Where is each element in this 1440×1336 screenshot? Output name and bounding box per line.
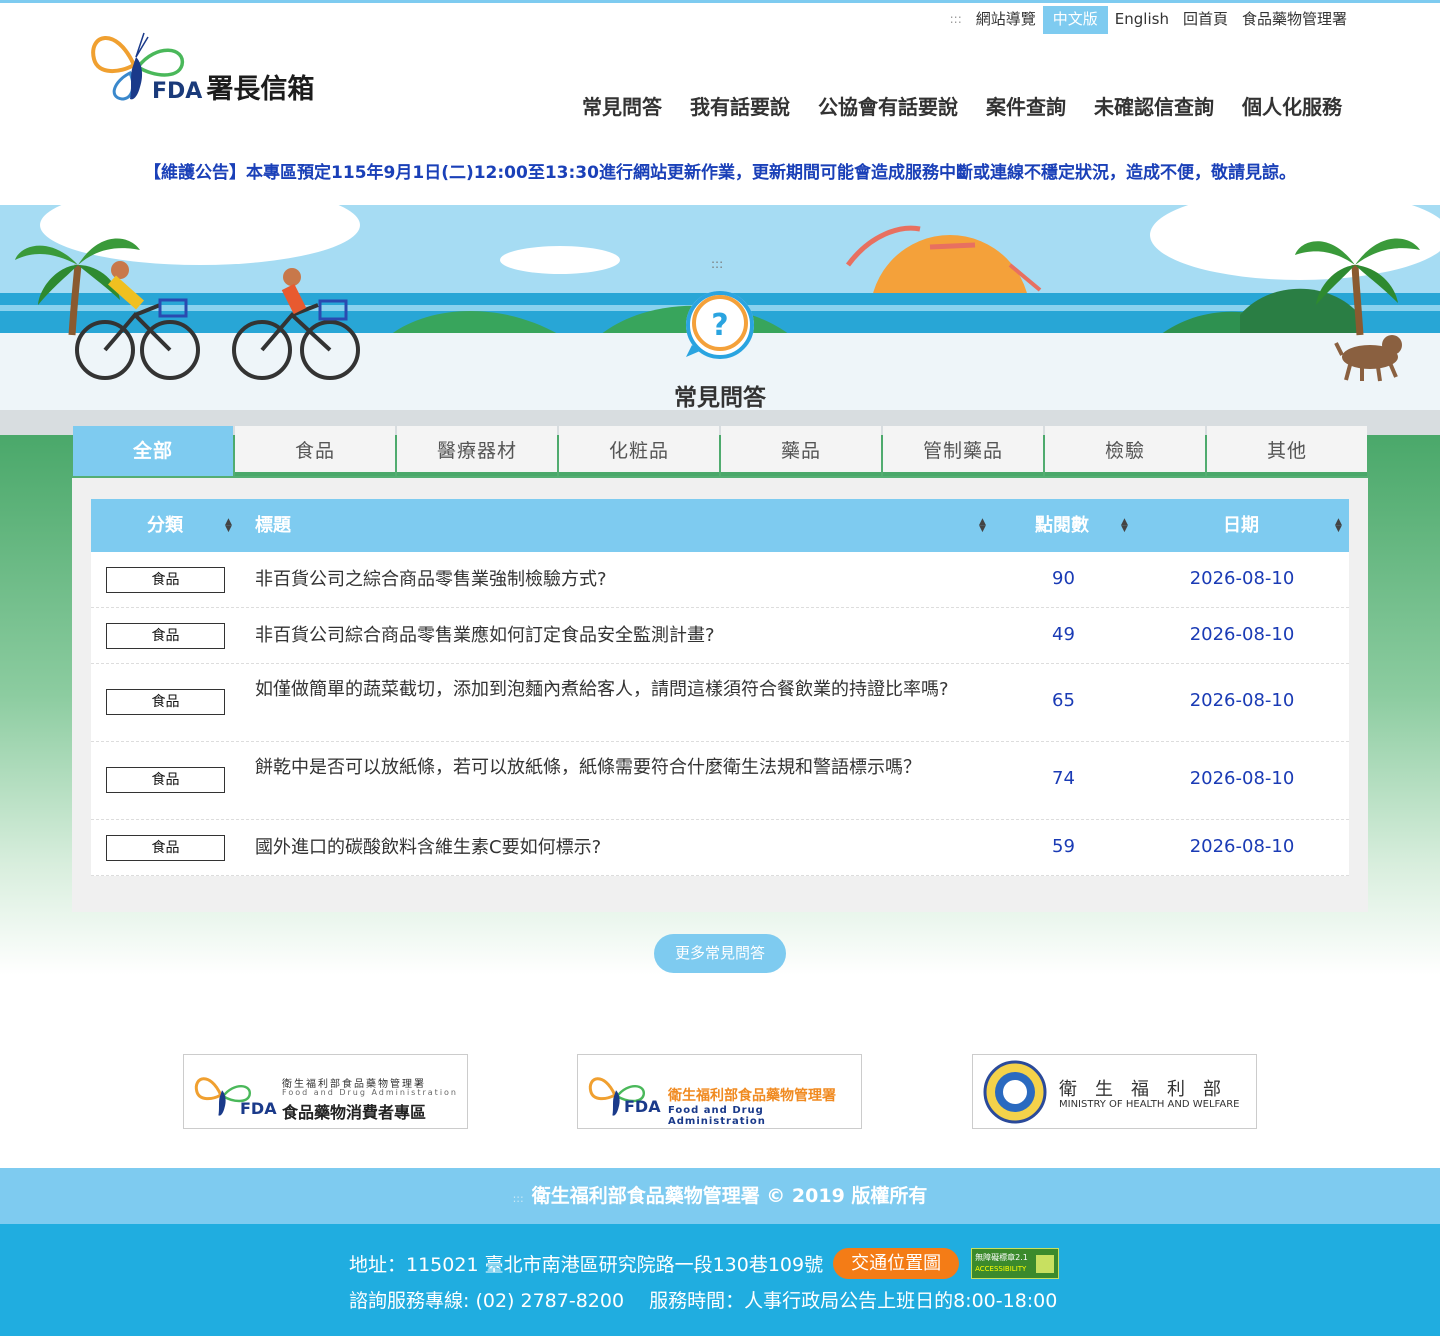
row-views: 65: [1052, 690, 1075, 711]
accessibility-en-text: ACCESSIBILITY: [975, 1265, 1027, 1273]
fda-link[interactable]: 食品藥物管理署: [1235, 6, 1354, 34]
nav-association[interactable]: 公協會有話要說: [818, 91, 958, 120]
consumer-name: 食品藥物消費者專區: [282, 1103, 427, 1122]
page-title: 常見問答: [674, 385, 766, 411]
english-version-link[interactable]: English: [1108, 6, 1176, 34]
tab-controlled-drugs[interactable]: 管制藥品: [883, 426, 1043, 476]
accessibility-badge-text: 無障礙標章2.1: [975, 1253, 1028, 1262]
row-title-link[interactable]: 非百貨公司綜合商品零售業應如何訂定食品安全監測計畫?: [255, 624, 985, 648]
row-views: 74: [1052, 768, 1075, 789]
row-date: 2026-08-10: [1189, 768, 1295, 789]
header-date[interactable]: 日期: [1223, 499, 1259, 552]
tab-inspection[interactable]: 檢驗: [1045, 426, 1205, 476]
category-badge: 食品: [106, 835, 225, 861]
row-title-link[interactable]: 如僅做簡單的蔬菜截切，添加到泡麵內煮給客人，請問這樣須符合餐飲業的持證比率嗎?: [255, 678, 985, 702]
logo-title: 署長信箱: [206, 74, 315, 105]
accesskey-footer[interactable]: :::: [513, 1192, 524, 1205]
fda-en: Food and Drug Administration: [668, 1105, 766, 1127]
row-views: 90: [1052, 568, 1075, 589]
tab-food[interactable]: 食品: [235, 426, 395, 476]
consumer-fda: FDA: [240, 1099, 277, 1118]
more-faq-button[interactable]: 更多常見問答: [654, 934, 786, 973]
faq-panel: 分類 ▲ ▼ 標題 ▲ ▼ 點閱數 ▲ ▼ 日期 ▲ ▼ 食品 非百貨公司之綜合商品零售…: [72, 478, 1368, 912]
chinese-version-link[interactable]: 中文版: [1042, 6, 1108, 34]
accesskey-top[interactable]: :::: [943, 6, 969, 34]
table-row[interactable]: 食品 國外進口的碳酸飲料含維生素C要如何標示? 59 2026-08-10: [91, 820, 1349, 876]
faq-table: 分類 ▲ ▼ 標題 ▲ ▼ 點閱數 ▲ ▼ 日期 ▲ ▼ 食品 非百貨公司之綜合商品零售…: [91, 499, 1349, 876]
question-bubble-icon: ?: [686, 291, 754, 359]
mohw-emblem-icon: [983, 1060, 1047, 1124]
consumer-line2: Food and Drug Administration: [282, 1088, 458, 1097]
consumer-zone-logo[interactable]: 衛生福利部食品藥物管理署 Food and Drug Administratio…: [183, 1054, 468, 1129]
tab-cosmetics[interactable]: 化粧品: [559, 426, 719, 476]
logo-fda-text: FDA: [152, 79, 203, 104]
row-views: 49: [1052, 624, 1075, 645]
fda-abbr: FDA: [624, 1097, 661, 1116]
row-date: 2026-08-10: [1189, 624, 1295, 645]
nav-speak[interactable]: 我有話要說: [690, 91, 790, 120]
nav-personal[interactable]: 個人化服務: [1242, 91, 1342, 120]
tab-other[interactable]: 其他: [1207, 426, 1367, 476]
header-title[interactable]: 標題: [255, 499, 291, 552]
butterfly-icon: [588, 1077, 645, 1116]
header-category[interactable]: 分類: [147, 499, 183, 552]
row-title-link[interactable]: 國外進口的碳酸飲料含維生素C要如何標示?: [255, 836, 985, 860]
row-title-link[interactable]: 非百貨公司之綜合商品零售業強制檢驗方式?: [255, 568, 985, 592]
fda-name: 衛生福利部食品藥物管理署: [668, 1088, 836, 1104]
table-row[interactable]: 食品 餅乾中是否可以放紙條，若可以放紙條，紙條需要符合什麼衛生法規和警語標示嗎？…: [91, 742, 1349, 820]
site-header: ::: 網站導覽 中文版 English 回首頁 食品藥物管理署 FDA 署長信箱…: [0, 3, 1440, 203]
address: 地址：115021 臺北市南港區研究院路一段130巷109號: [349, 1254, 824, 1276]
svg-text:?: ?: [711, 308, 728, 343]
accessibility-badge[interactable]: 無障礙標章2.1 ACCESSIBILITY: [971, 1248, 1060, 1279]
maintenance-notice: 【維護公告】本專區預定115年9月1日(二)12:00至13:30進行網站更新作…: [144, 163, 1296, 183]
footer-info: 地址：115021 臺北市南港區研究院路一段130巷109號 交通位置圖 無障礙…: [0, 1224, 1440, 1336]
category-badge: 食品: [106, 567, 225, 593]
faq-banner: ? ::: 常見問答: [0, 205, 1440, 435]
tab-medical-devices[interactable]: 醫療器材: [397, 426, 557, 476]
category-tabs: 全部 食品 醫療器材 化粧品 藥品 管制藥品 檢驗 其他: [73, 426, 1367, 476]
tab-all[interactable]: 全部: [73, 426, 233, 476]
contact-info: 諮詢服務專線: (02) 2787-8200 服務時間：人事行政局公告上班日的8…: [349, 1290, 1058, 1312]
mohw-logo[interactable]: 衛 生 福 利 部 MINISTRY OF HEALTH AND WELFARE: [972, 1054, 1257, 1129]
header-views[interactable]: 點閱數: [1035, 499, 1089, 552]
nav-faq[interactable]: 常見問答: [582, 91, 662, 120]
sort-date-icon[interactable]: ▲ ▼: [1335, 518, 1342, 534]
fda-logo[interactable]: FDA 衛生福利部食品藥物管理署 Food and Drug Administr…: [577, 1054, 862, 1129]
nav-unconfirmed[interactable]: 未確認信查詢: [1094, 91, 1214, 120]
traffic-map-button[interactable]: 交通位置圖: [833, 1248, 960, 1279]
main-nav: 常見問答 我有話要說 公協會有話要說 案件查詢 未確認信查詢 個人化服務: [582, 91, 1342, 120]
table-row[interactable]: 食品 如僅做簡單的蔬菜截切，添加到泡麵內煮給客人，請問這樣須符合餐飲業的持證比率…: [91, 664, 1349, 742]
accessibility-qr-icon: [1036, 1255, 1055, 1273]
footer-copyright-bar: ::: 衛生福利部食品藥物管理署 © 2019 版權所有: [0, 1168, 1440, 1224]
copyright: 衛生福利部食品藥物管理署 © 2019 版權所有: [531, 1185, 928, 1207]
table-row[interactable]: 食品 非百貨公司之綜合商品零售業強制檢驗方式? 90 2026-08-10: [91, 552, 1349, 608]
sitemap-link[interactable]: 網站導覽: [969, 6, 1043, 34]
tab-drugs[interactable]: 藥品: [721, 426, 881, 476]
sort-category-icon[interactable]: ▲ ▼: [225, 518, 232, 534]
site-logo[interactable]: FDA 署長信箱: [86, 25, 346, 105]
mohw-en: MINISTRY OF HEALTH AND WELFARE: [1059, 1099, 1240, 1110]
category-badge: 食品: [106, 689, 225, 715]
table-row[interactable]: 食品 非百貨公司綜合商品零售業應如何訂定食品安全監測計畫? 49 2026-08…: [91, 608, 1349, 664]
home-link[interactable]: 回首頁: [1176, 6, 1235, 34]
category-badge: 食品: [106, 623, 225, 649]
nav-case-query[interactable]: 案件查詢: [986, 91, 1066, 120]
row-views: 59: [1052, 836, 1075, 857]
row-date: 2026-08-10: [1189, 690, 1295, 711]
category-badge: 食品: [106, 767, 225, 793]
utility-nav: ::: 網站導覽 中文版 English 回首頁 食品藥物管理署: [943, 6, 1354, 34]
sort-views-icon[interactable]: ▲ ▼: [1121, 518, 1128, 534]
table-header: 分類 ▲ ▼ 標題 ▲ ▼ 點閱數 ▲ ▼ 日期 ▲ ▼: [91, 499, 1349, 552]
row-title-link[interactable]: 餅乾中是否可以放紙條，若可以放紙條，紙條需要符合什麼衛生法規和警語標示嗎？: [255, 756, 985, 780]
sort-title-icon[interactable]: ▲ ▼: [979, 518, 986, 534]
accesskey-center[interactable]: :::: [711, 257, 723, 271]
row-date: 2026-08-10: [1189, 836, 1295, 857]
mohw-name: 衛 生 福 利 部: [1059, 1079, 1221, 1100]
row-date: 2026-08-10: [1189, 568, 1295, 589]
